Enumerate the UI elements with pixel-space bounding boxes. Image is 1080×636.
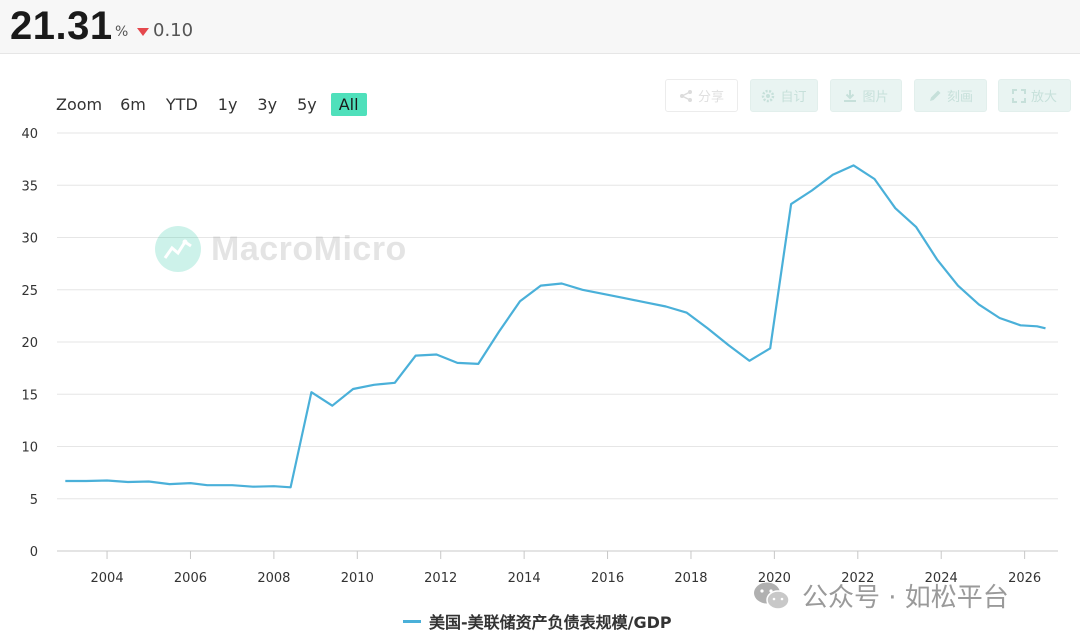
- x-tick-label: 2014: [508, 571, 541, 586]
- legend-series-swatch: [403, 619, 421, 623]
- x-tick-label: 2006: [174, 571, 207, 586]
- macromicro-logo-icon: [155, 226, 201, 272]
- share-button[interactable]: 分享: [665, 79, 738, 112]
- y-tick-label: 20: [21, 336, 38, 351]
- x-tick-label: 2004: [91, 571, 124, 586]
- x-tick-label: 2018: [674, 571, 707, 586]
- x-tick-label: 2012: [424, 571, 457, 586]
- enlarge-button[interactable]: 放大: [998, 79, 1071, 112]
- x-tick-label: 2008: [257, 571, 290, 586]
- y-tick-label: 35: [21, 179, 38, 194]
- chart-toolbar: 分享 自订 图片 刻画 放大: [0, 79, 1080, 113]
- y-tick-label: 40: [21, 127, 38, 142]
- customize-label: 自订: [780, 90, 807, 105]
- legend-series-label: 美国-美联储资产负债表规模/GDP: [429, 613, 672, 632]
- y-tick-label: 30: [21, 232, 38, 247]
- annotate-label: 刻画: [946, 90, 973, 105]
- wechat-account-text: 公众号 · 如松平台: [802, 583, 1009, 613]
- share-icon: [679, 89, 692, 102]
- y-tick-label: 5: [30, 493, 38, 508]
- image-label: 图片: [862, 90, 889, 105]
- y-tick-label: 15: [21, 388, 38, 403]
- annotate-button[interactable]: 刻画: [914, 79, 987, 112]
- gear-icon: [762, 89, 775, 102]
- y-tick-label: 25: [21, 284, 38, 299]
- y-tick-label: 10: [21, 441, 38, 456]
- x-tick-label: 2010: [341, 571, 374, 586]
- wechat-branding: 公众号 · 如松平台: [752, 577, 1009, 614]
- x-tick-label: 2016: [591, 571, 624, 586]
- wechat-icon: [754, 582, 790, 610]
- share-label: 分享: [697, 90, 724, 105]
- customize-button[interactable]: 自订: [750, 79, 818, 112]
- y-tick-label: 0: [30, 545, 38, 560]
- series-line[interactable]: [65, 164, 1046, 489]
- x-tick-label: 2026: [1008, 571, 1041, 586]
- image-download-button[interactable]: 图片: [830, 79, 902, 112]
- fullscreen-icon: [1011, 88, 1026, 103]
- enlarge-label: 放大: [1030, 90, 1057, 105]
- watermark-text: MacroMicro: [211, 229, 407, 268]
- chart-legend[interactable]: 美国-美联储资产负债表规模/GDP: [403, 609, 672, 633]
- macromicro-watermark: MacroMicro: [155, 226, 407, 272]
- pencil-icon: [929, 90, 941, 101]
- download-icon: [844, 89, 857, 102]
